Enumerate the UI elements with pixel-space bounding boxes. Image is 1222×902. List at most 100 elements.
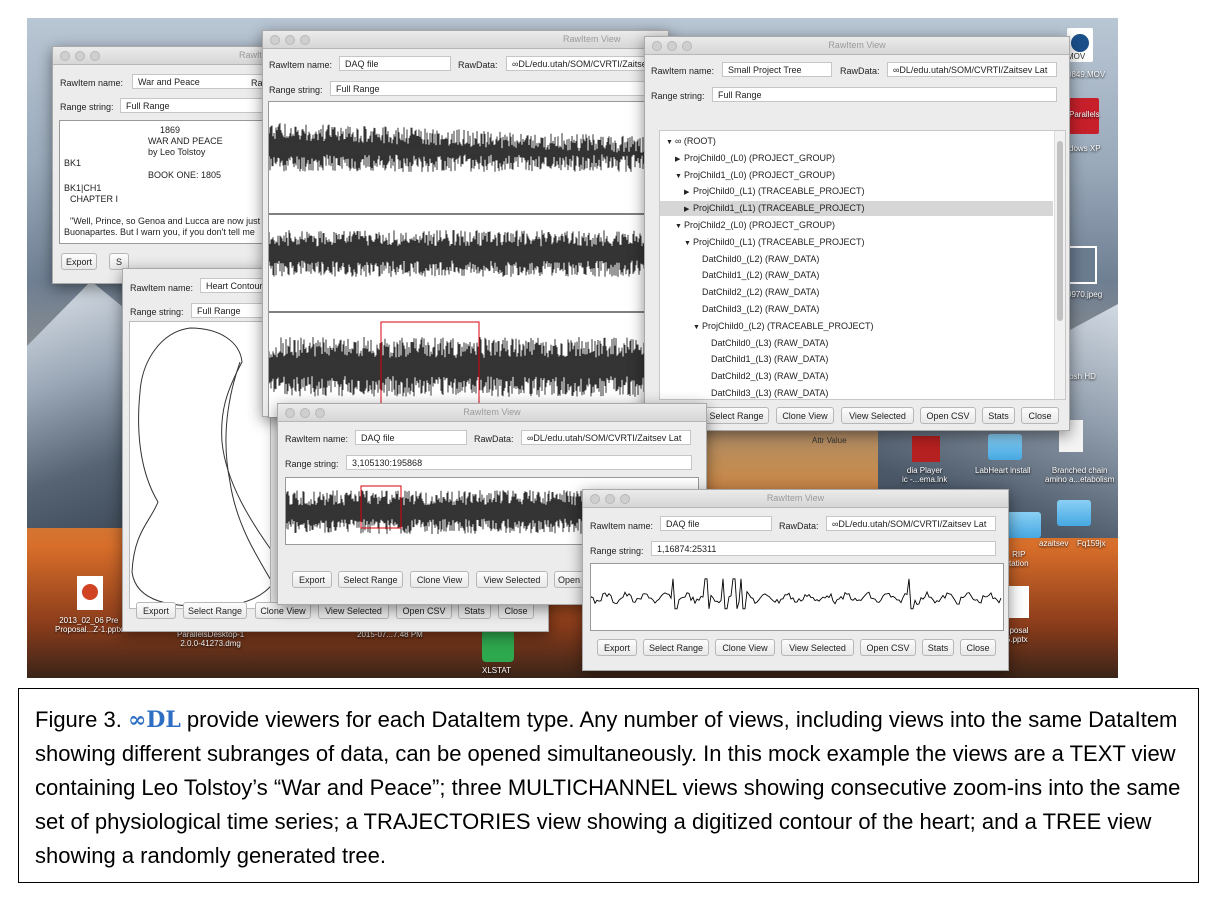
rawdata-field[interactable]: ∞DL/edu.utah/SOM/CVRTI/Zaitsev Lat [826,516,996,531]
tree-node-label: DatChild0_(L3) (RAW_DATA) [711,337,829,348]
range-string-field[interactable]: 1,16874:25311 [651,541,996,556]
disclosure-collapsed-icon[interactable]: ▶ [684,202,693,217]
open-csv-button[interactable]: Open CSV [860,639,916,656]
folder-icon[interactable] [1007,512,1041,538]
tree-node[interactable]: ▶ ProjChild1_(L1) (TRACEABLE_PROJECT) [660,201,1053,217]
disclosure-expanded-icon[interactable]: ▼ [675,219,684,234]
export-button[interactable]: Export [61,253,97,270]
disclosure-collapsed-icon[interactable]: ▶ [684,185,693,200]
xlstat-icon[interactable] [482,630,514,662]
title-bar[interactable]: RawItem View [583,490,1008,508]
tree-node[interactable]: ▼ ProjChild0_(L1) (TRACEABLE_PROJECT) [660,235,1053,250]
rawdata-field[interactable]: ∞DL/edu.utah/SOM/CVRTI/Zaitsev Lat [521,430,691,445]
signal-plot-panel[interactable] [268,101,670,418]
tree-node[interactable]: DatChild1_(L2) (RAW_DATA) [660,268,1053,283]
view-selected-button[interactable]: View Selected [476,571,548,588]
tree-node[interactable]: ▼ ProjChild2_(L0) (PROJECT_GROUP) [660,218,1053,233]
close-button[interactable]: Close [960,639,996,656]
disclosure-expanded-icon[interactable]: ▼ [666,135,675,150]
pptx-icon[interactable] [77,576,103,610]
view-selected-button[interactable]: View Selected [841,407,914,424]
title-bar[interactable]: RawItem View [645,37,1069,55]
stats-button[interactable]: Stats [982,407,1015,424]
rawdata-field[interactable]: ∞DL/edu.utah/SOM/CVRTI/Zaitsev [506,56,666,71]
heart-contour-panel[interactable] [129,321,271,609]
rawdata-field[interactable]: ∞DL/edu.utah/SOM/CVRTI/Zaitsev Lat [887,62,1057,77]
rawitem-name-field[interactable]: DAQ file [339,56,451,71]
range-string-field[interactable]: Full Range [330,81,668,96]
range-string-label: Range string: [60,102,114,112]
export-button[interactable]: Export [136,602,176,619]
tree-node[interactable]: DatChild2_(L3) (RAW_DATA) [660,369,1053,384]
export-button[interactable]: Export [292,571,332,588]
desktop-icon-label: XLSTAT [482,666,512,675]
title-bar[interactable]: RawIt [53,47,271,65]
view-selected-button[interactable]: View Selected [781,639,854,656]
clone-view-button[interactable]: Clone View [715,639,775,656]
rawitem-name-field[interactable]: Small Project Tree [722,62,832,77]
rawitem-name-field[interactable]: DAQ file [660,516,772,531]
stats-button[interactable]: Stats [922,639,954,656]
disclosure-collapsed-icon[interactable]: ▶ [675,152,684,167]
text-view-window[interactable]: RawIt RawItem name: War and Peace Raw Ra… [52,46,273,284]
media-player-icon[interactable] [912,436,940,462]
select-range-button[interactable]: Select Range [338,571,403,588]
tree-node[interactable]: DatChild0_(L3) (RAW_DATA) [660,336,1053,351]
tree-node[interactable]: DatChild0_(L2) (RAW_DATA) [660,252,1053,267]
tree-node[interactable]: ▶ ProjChild0_(L0) (PROJECT_GROUP) [660,151,1053,166]
select-range-button[interactable]: Select Range [643,639,709,656]
rawitem-name-field[interactable]: DAQ file [355,430,467,445]
disclosure-expanded-icon[interactable]: ▼ [675,169,684,184]
tree-node[interactable]: ▼ ProjChild1_(L0) (PROJECT_GROUP) [660,168,1053,183]
clone-view-button[interactable]: Clone View [410,571,469,588]
disclosure-expanded-icon[interactable]: ▼ [693,320,702,335]
range-string-label: Range string: [651,91,705,101]
tree-node[interactable]: ▼ ProjChild0_(L2) (TRACEABLE_PROJECT) [660,319,1053,334]
tree-node[interactable]: DatChild2_(L2) (RAW_DATA) [660,285,1053,300]
folder-icon[interactable] [988,434,1022,460]
select-range-button[interactable]: Select Range [183,602,247,619]
photo-icon[interactable] [1067,246,1097,284]
desktop-screenshot: MOV 0849.MOV Parallels dows XP 0970.jpeg… [27,18,1118,678]
text-line: CHAPTER I [70,194,119,204]
multichannel-view-full-window[interactable]: RawItem View RawItem name: DAQ file RawD… [262,30,670,418]
tree-node[interactable]: DatChild3_(L3) (RAW_DATA) [660,386,1053,399]
rawdata-label: RawData: [840,66,880,76]
range-string-label: Range string: [285,459,339,469]
title-bar[interactable]: RawItem View [263,31,668,49]
range-string-field[interactable]: 3,105130:195868 [346,455,692,470]
text-content-panel[interactable]: 1869 WAR AND PEACE by Leo Tolstoy BK1 BO… [59,120,273,244]
channel-3-trace [269,337,669,397]
range-string-field[interactable]: Full Range [712,87,1057,102]
tree-node[interactable]: DatChild3_(L2) (RAW_DATA) [660,302,1053,317]
desktop-icon-label: Fq159jx [1077,539,1106,548]
tree-node[interactable]: ▶ ProjChild0_(L1) (TRACEABLE_PROJECT) [660,184,1053,199]
window-title: RawIt [239,50,263,60]
open-csv-button[interactable]: Open CSV [920,407,976,424]
text-line: BK1|CH1 [64,183,102,193]
tree-view-window[interactable]: RawItem View RawItem name: Small Project… [644,36,1070,431]
tree-node-label: DatChild0_(L2) (RAW_DATA) [702,253,820,264]
rawitem-name-field[interactable]: War and Peace [132,74,264,89]
tree-node[interactable]: DatChild1_(L3) (RAW_DATA) [660,352,1053,367]
clone-view-button[interactable]: Clone View [776,407,834,424]
range-string-field[interactable]: Full Range [120,98,270,113]
folder-icon[interactable] [1057,500,1091,526]
signal-plot-panel[interactable] [590,563,1004,631]
export-button[interactable]: Export [597,639,637,656]
range-string-label: Range string: [130,307,184,317]
tree-node[interactable]: ▼ ∞ (ROOT) [660,134,1053,149]
desktop-icon-label: LabHeart install [975,466,1031,475]
open-csv-button[interactable]: Open [554,571,584,588]
tree-node-label: ProjChild1_(L0) (PROJECT_GROUP) [684,169,836,180]
rawdata-label: RawData: [458,60,498,70]
tree-scrollbar[interactable] [1054,131,1065,399]
tree-panel[interactable]: ▼ ∞ (ROOT) ▶ ProjChild0_(L0) (PROJECT_GROUP… [659,130,1066,400]
select-range-button[interactable]: Select Range [704,407,769,424]
disclosure-expanded-icon[interactable]: ▼ [684,236,693,251]
rawdata-label: RawData: [474,434,514,444]
close-button[interactable]: Close [1021,407,1059,424]
multichannel-view-zoom2-window[interactable]: RawItem View RawItem name: DAQ file RawD… [582,489,1009,671]
tree-node-label: ProjChild0_(L2) (TRACEABLE_PROJECT) [702,320,874,331]
title-bar[interactable]: RawItem View [278,404,706,422]
